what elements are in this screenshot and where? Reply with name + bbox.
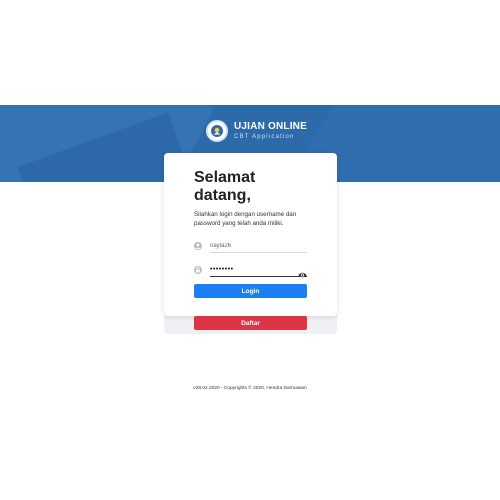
password-input[interactable] (210, 263, 307, 277)
username-field-row (194, 239, 307, 253)
user-icon (194, 242, 202, 251)
logo-icon (206, 120, 228, 142)
app-title: UJIAN ONLINE (234, 121, 307, 132)
eye-icon[interactable] (298, 266, 307, 278)
lock-icon (194, 266, 202, 275)
welcome-heading: Selamat datang, (194, 169, 256, 204)
app-subtitle: CBT Application (234, 134, 295, 140)
login-card: Selamat datang, Silahkan login dengan us… (164, 153, 337, 331)
login-button[interactable]: Login (194, 284, 307, 299)
login-description: Silahkan login dengan username dan passw… (194, 211, 297, 228)
password-field-row (194, 263, 307, 278)
footer-copyright: v28.02.2020 - Copyrights © 2020, Hendra … (193, 386, 307, 391)
register-button[interactable]: Daftar (194, 316, 307, 331)
username-input[interactable] (210, 239, 307, 253)
brand: UJIAN ONLINE CBT Application (206, 119, 307, 143)
